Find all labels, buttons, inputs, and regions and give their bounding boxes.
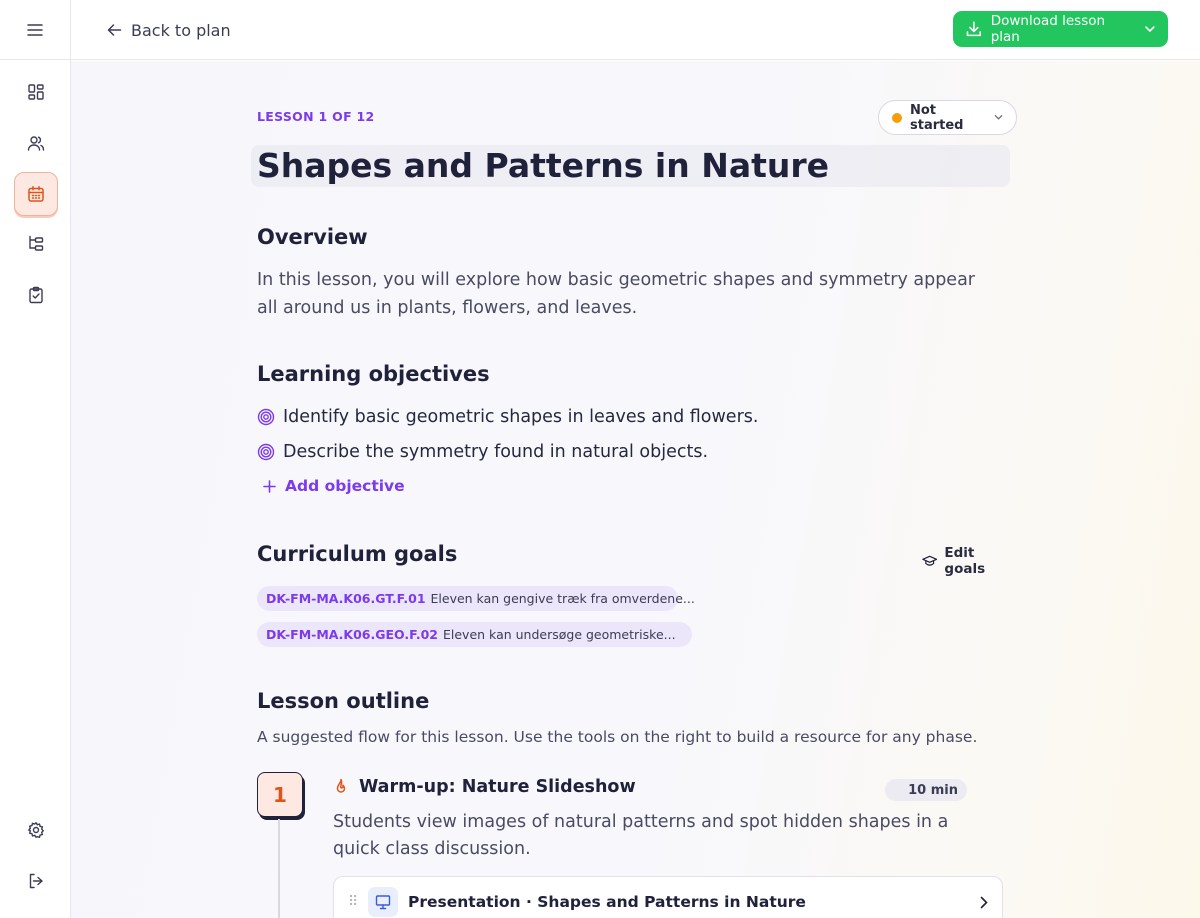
objective-item[interactable]: Describe the symmetry found in natural o… [257, 440, 708, 464]
hierarchy-icon [29, 235, 44, 251]
chevron-right-icon [980, 896, 988, 908]
objective-text: Identify basic geometric shapes in leave… [283, 407, 759, 427]
curriculum-goal-chip[interactable]: DK-FM-MA.K06.GEO.F.02 Eleven kan undersø… [257, 622, 692, 647]
goal-text: Eleven kan gengive træk fra omverdene... [430, 591, 695, 606]
sidebar-item-settings[interactable] [14, 808, 58, 852]
sidebar-item-dashboard[interactable] [14, 70, 58, 114]
menu-toggle-button[interactable] [0, 0, 70, 60]
download-icon [966, 21, 982, 37]
target-icon [257, 408, 275, 426]
sidebar-item-assignments[interactable] [14, 273, 58, 317]
add-objective-label: Add objective [285, 477, 405, 495]
hamburger-menu-icon [27, 23, 43, 36]
phase-duration-badge: 10 min [885, 779, 967, 801]
lesson-counter: LESSON 1 OF 12 [257, 109, 375, 124]
edit-goals-button[interactable]: Edit goals [922, 545, 1009, 577]
chevron-down-icon [1145, 26, 1155, 33]
chevron-down-icon [994, 115, 1003, 120]
drag-handle-icon[interactable]: ⠿ [348, 894, 358, 910]
curriculum-goals-heading: Curriculum goals [257, 542, 458, 566]
sidebar-item-users[interactable] [14, 121, 58, 165]
sidebar-item-logout[interactable] [14, 859, 58, 903]
calendar-icon [28, 186, 44, 202]
edit-goals-label: Edit goals [944, 545, 986, 577]
top-bar: Back to plan Download lesson plan [71, 0, 1200, 60]
phase-timeline-line [278, 819, 280, 918]
goal-code: DK-FM-MA.K06.GEO.F.02 [266, 627, 438, 642]
goal-code: DK-FM-MA.K06.GT.F.01 [266, 591, 426, 606]
sidebar-item-hierarchy[interactable] [14, 222, 58, 266]
download-button-label: Download lesson plan [990, 13, 1106, 45]
phase-title-text: Warm-up: Nature Slideshow [359, 777, 636, 797]
resource-card[interactable]: ⠿ Presentation · Shapes and Patterns in … [333, 876, 1003, 918]
download-lesson-plan-button[interactable]: Download lesson plan [953, 11, 1168, 47]
flame-icon [336, 778, 346, 793]
lesson-title[interactable]: Shapes and Patterns in Nature [257, 145, 829, 187]
graduation-cap-icon [922, 555, 938, 566]
curriculum-goal-chip[interactable]: DK-FM-MA.K06.GT.F.01 Eleven kan gengive … [257, 586, 695, 611]
users-icon [27, 136, 45, 151]
overview-heading: Overview [257, 225, 368, 249]
objective-text: Describe the symmetry found in natural o… [283, 442, 709, 462]
status-label: Not started [910, 102, 964, 133]
sidebar-item-calendar[interactable] [14, 172, 58, 216]
objective-item[interactable]: Identify basic geometric shapes in leave… [257, 405, 758, 429]
dashboard-icon [28, 84, 44, 100]
presentation-icon [375, 895, 391, 910]
goal-text: Eleven kan undersøge geometriske... [443, 627, 676, 642]
logout-icon [29, 873, 43, 889]
overview-text: In this lesson, you will explore how bas… [257, 270, 975, 318]
lesson-outline-subtitle: A suggested flow for this lesson. Use th… [257, 728, 978, 746]
phase-description: Students view images of natural patterns… [333, 812, 949, 859]
status-dot [892, 112, 902, 123]
phase-title: Warm-up: Nature Slideshow [333, 777, 636, 797]
back-link-label: Back to plan [131, 20, 231, 40]
learning-objectives-heading: Learning objectives [257, 362, 490, 386]
add-objective-button[interactable]: Add objective [263, 477, 405, 495]
back-to-plan-link[interactable]: Back to plan [107, 18, 231, 42]
main-content: LESSON 1 OF 12 Not started Shapes and Pa… [71, 61, 1200, 918]
resource-title: Presentation · Shapes and Patterns in Na… [408, 893, 806, 911]
presentation-icon-wrap [368, 887, 398, 917]
clipboard-check-icon [29, 286, 43, 304]
sidebar [0, 0, 71, 918]
phase-number: 1 [257, 772, 303, 817]
settings-icon [27, 821, 45, 839]
arrow-left-icon [107, 24, 122, 36]
plus-icon [263, 479, 276, 493]
lesson-outline-heading: Lesson outline [257, 689, 430, 713]
target-icon [257, 443, 275, 461]
status-dropdown[interactable]: Not started [878, 100, 1017, 135]
